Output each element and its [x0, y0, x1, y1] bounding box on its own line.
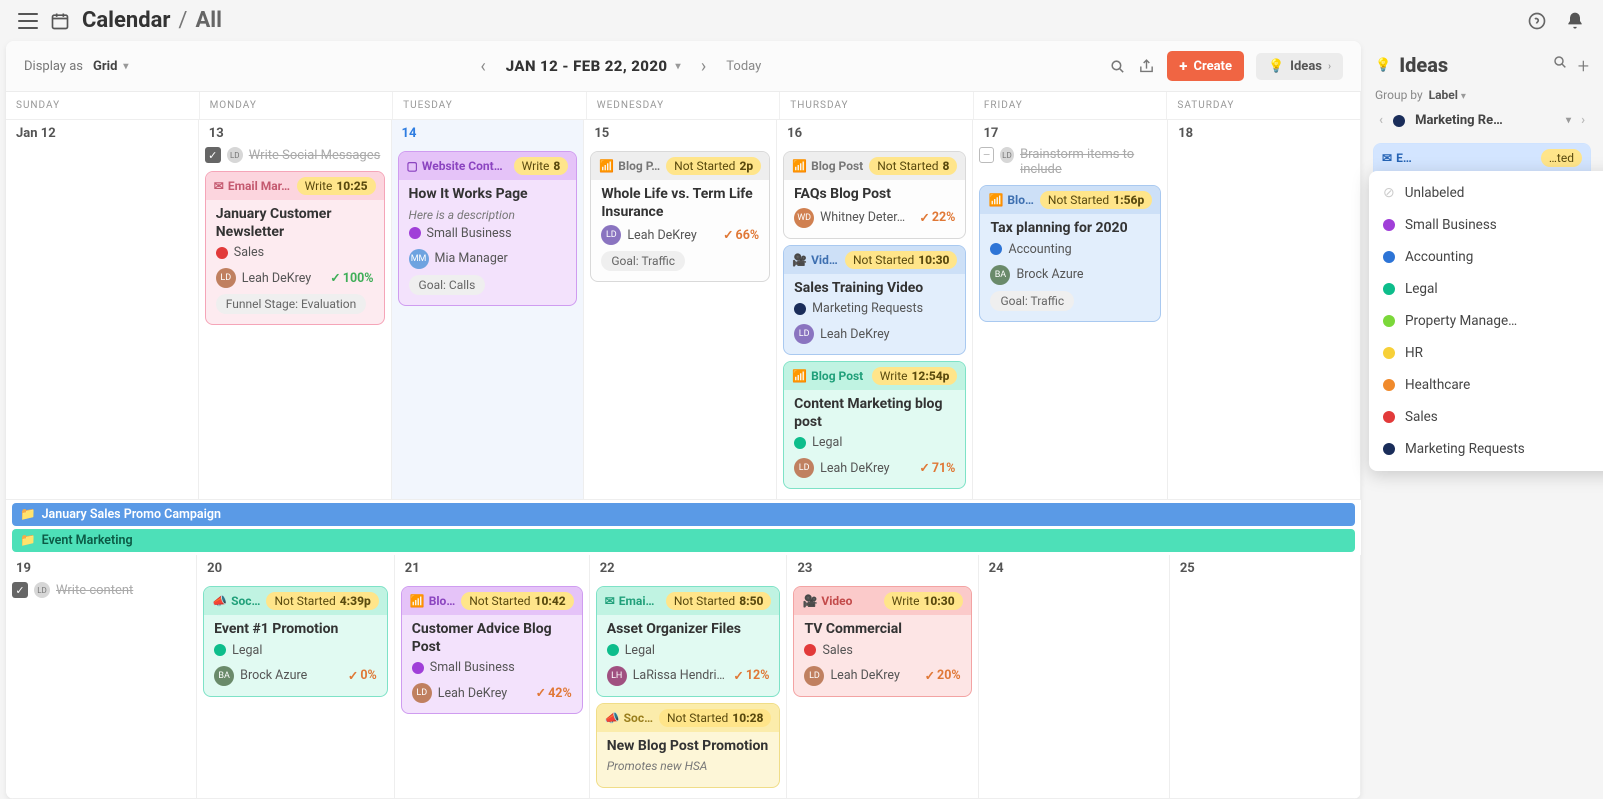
calendar-card[interactable]: 📶Blog P…Not Started2p Whole Life vs. Ter… [590, 151, 770, 282]
prev-label-arrow[interactable]: ‹ [1379, 113, 1383, 128]
calendar-card[interactable]: 📶Blog PostWrite12:54p Content Marketing … [783, 361, 966, 489]
calendar-icon [50, 11, 70, 31]
campaign-span[interactable]: 📁Event Marketing [12, 529, 1355, 552]
today-button[interactable]: Today [726, 59, 761, 74]
calendar-panel: Display as Grid▾ ‹ JAN 12 - FEB 22, 2020… [6, 41, 1361, 799]
share-icon[interactable] [1138, 58, 1155, 75]
calendar-card[interactable]: 📣Soc…Not Started4:39p Event #1 Promotion… [203, 586, 388, 697]
rss-icon: 📶 [599, 159, 614, 173]
day-headers: SUNDAYMONDAYTUESDAYWEDNESDAYTHURSDAYFRID… [6, 92, 1361, 120]
label-dot-icon [1383, 411, 1395, 423]
label-option[interactable]: Accounting [1369, 241, 1603, 273]
chevron-down-icon[interactable]: ▾ [1566, 115, 1571, 126]
ideas-panel: 💡 Ideas + Group by Label ▾ ‹ Marketing R… [1361, 41, 1597, 799]
megaphone-icon: 📣 [605, 711, 620, 725]
label-option[interactable]: Healthcare [1369, 369, 1603, 401]
email-icon: ✉ [214, 179, 224, 193]
label-dot-icon [1383, 379, 1395, 391]
label-option[interactable]: ⊘Unlabeled [1369, 177, 1603, 209]
display-as-label: Display as [24, 59, 83, 74]
search-icon[interactable] [1109, 58, 1126, 75]
page-title[interactable]: All [196, 8, 222, 33]
bell-icon[interactable] [1565, 11, 1585, 31]
email-icon: ✉ [605, 594, 615, 608]
create-button[interactable]: +Create [1167, 51, 1244, 81]
rss-icon: 📶 [792, 369, 807, 383]
completed-task[interactable]: ✓LDWrite Social Messages [205, 145, 385, 165]
date-range[interactable]: JAN 12 - FEB 22, 2020▾ [506, 57, 681, 75]
view-selector[interactable]: Grid▾ [93, 59, 128, 74]
label-option[interactable]: Sales [1369, 401, 1603, 433]
calendar-card[interactable]: 📶Blo…Not Started10:42 Customer Advice Bl… [401, 586, 583, 714]
rss-icon: 📶 [988, 193, 1003, 207]
website-icon: ▢ [407, 159, 418, 173]
next-label-arrow[interactable]: › [1581, 113, 1585, 128]
clear-icon: ⊘ [1383, 185, 1395, 201]
label-dot-icon [1383, 315, 1395, 327]
calendar-card[interactable]: ✉Email Mar…Write10:25 January Customer N… [205, 171, 385, 325]
calendar-card[interactable]: 📶Blog PostNot Started8 FAQs Blog Post WD… [783, 151, 966, 239]
hamburger-icon[interactable] [18, 13, 38, 29]
campaign-icon: 📁 [20, 533, 36, 548]
completed-task[interactable]: – LDBrainstorm items to include [979, 145, 1161, 179]
date-number: Jan 12 [12, 120, 192, 145]
label-dot-icon [1383, 283, 1395, 295]
help-icon[interactable] [1527, 11, 1547, 31]
label-dot-icon [1383, 251, 1395, 263]
prev-arrow[interactable]: ‹ [476, 52, 489, 81]
video-icon: 🎥 [802, 594, 817, 608]
label-dot-icon [1383, 443, 1395, 455]
next-arrow[interactable]: › [697, 52, 710, 81]
completed-task[interactable]: ✓LDWrite content [12, 580, 190, 600]
calendar-card[interactable]: 🎥Vid…Not Started10:30 Sales Training Vid… [783, 245, 966, 356]
campaign-icon: 📁 [20, 507, 36, 522]
video-icon: 🎥 [792, 253, 807, 267]
label-option[interactable]: HR [1369, 337, 1603, 369]
ideas-title: Ideas [1399, 53, 1448, 78]
breadcrumb: Calendar / All [82, 8, 222, 33]
lightbulb-icon: 💡 [1375, 58, 1391, 73]
label-option[interactable]: Legal [1369, 273, 1603, 305]
rss-icon: 📶 [410, 594, 425, 608]
calendar-card[interactable]: 📶Blo…Not Started1:56p Tax planning for 2… [979, 185, 1161, 322]
label-dropdown: ⊘UnlabeledSmall BusinessAccountingLegalP… [1369, 171, 1603, 471]
ideas-button[interactable]: 💡Ideas› [1256, 53, 1343, 80]
group-by-select[interactable]: Label [1429, 88, 1458, 102]
label-option[interactable]: Property Manage… [1369, 305, 1603, 337]
search-icon[interactable] [1552, 54, 1568, 78]
calendar-card[interactable]: ▢Website Cont…Write8 How It Works Page H… [398, 151, 578, 306]
calendar-card[interactable]: 📣Soc…Not Started10:28 New Blog Post Prom… [596, 703, 781, 789]
label-option[interactable]: Marketing Requests [1369, 433, 1603, 465]
rss-icon: 📶 [792, 159, 807, 173]
label-dot-icon [1383, 219, 1395, 231]
megaphone-icon: 📣 [212, 594, 227, 608]
campaign-span[interactable]: 📁January Sales Promo Campaign [12, 503, 1355, 526]
current-label[interactable]: Marketing Re… [1415, 113, 1556, 128]
calendar-card[interactable]: 🎥VideoWrite10:30 TV Commercial Sales LDL… [793, 586, 971, 697]
app-title[interactable]: Calendar [82, 8, 170, 33]
label-dot-icon [1383, 347, 1395, 359]
label-option[interactable]: Small Business [1369, 209, 1603, 241]
plus-icon[interactable]: + [1578, 54, 1589, 78]
calendar-card[interactable]: ✉Emai…Not Started8:50 Asset Organizer Fi… [596, 586, 781, 697]
